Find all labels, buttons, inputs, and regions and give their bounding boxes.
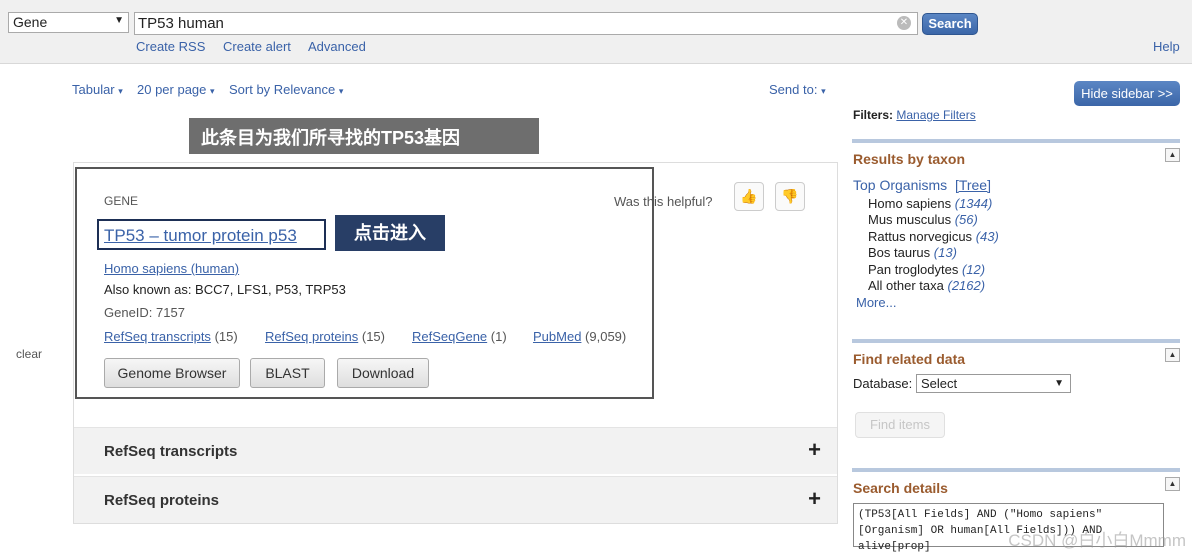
taxon-name: Pan troglodytes <box>868 262 959 277</box>
taxon-name: Mus musculus <box>868 212 952 227</box>
clear-filters-link[interactable]: clear <box>16 347 42 361</box>
taxon-item[interactable]: Mus musculus (56) <box>868 212 978 227</box>
link-text: RefSeqGene <box>412 329 488 344</box>
watermark: CSDN @白小白Mmmm <box>1008 531 1186 550</box>
top-organisms-label: Top Organisms <box>853 177 948 193</box>
refseq-transcripts-section[interactable]: RefSeq transcripts + <box>74 427 837 474</box>
tree-link[interactable]: [Tree] <box>955 177 991 193</box>
chevron-down-icon: ▼ <box>1054 378 1064 389</box>
link-text: RefSeq transcripts <box>104 329 211 344</box>
link-count: (9,059) <box>585 329 627 344</box>
annotation-click-note: 点击进入 <box>335 215 445 251</box>
annotation-highlight-note: 此条目为我们所寻找的TP53基因 <box>189 118 539 154</box>
result-title-link[interactable]: TP53 – tumor protein p53 <box>104 226 297 246</box>
taxon-heading: Results by taxon <box>853 151 966 167</box>
plus-icon[interactable]: + <box>808 437 821 463</box>
hide-sidebar-button[interactable]: Hide sidebar >> <box>1074 81 1180 106</box>
taxon-item[interactable]: Rattus norvegicus (43) <box>868 229 999 244</box>
refseqgene-link[interactable]: RefSeqGene (1) <box>412 329 507 344</box>
related-database-value: Select <box>921 376 958 391</box>
also-known-as: Also known as: BCC7, LFS1, P53, TRP53 <box>104 282 346 297</box>
advanced-search-link[interactable]: Advanced <box>308 39 366 54</box>
search-button[interactable]: Search <box>922 13 978 35</box>
taxon-count: (2162) <box>947 278 986 293</box>
chevron-down-icon: ▼ <box>114 15 124 26</box>
link-count: (15) <box>361 329 385 344</box>
sort-dropdown[interactable]: Sort by Relevance ▾ <box>229 82 343 97</box>
create-rss-link[interactable]: Create RSS <box>136 39 205 54</box>
divider <box>852 468 1180 472</box>
per-page-dropdown[interactable]: 20 per page ▾ <box>137 82 215 97</box>
taxon-item[interactable]: All other taxa (2162) <box>868 278 985 293</box>
search-query: TP53 human <box>138 15 224 32</box>
database-label: Database: <box>853 376 913 391</box>
helpful-prompt: Was this helpful? <box>614 194 713 209</box>
divider <box>852 139 1180 143</box>
plus-icon[interactable]: + <box>808 486 821 512</box>
database-dropdown[interactable]: Gene ▼ <box>8 12 129 33</box>
related-database-select[interactable]: Select ▼ <box>916 374 1071 393</box>
create-alert-link[interactable]: Create alert <box>223 39 291 54</box>
send-to-label: Send to: <box>769 82 818 97</box>
search-details-heading: Search details <box>853 480 948 496</box>
link-count: (15) <box>214 329 238 344</box>
download-button[interactable]: Download <box>337 358 429 388</box>
manage-filters-link[interactable]: Manage Filters <box>896 108 975 122</box>
filters-label: Filters: <box>853 108 894 122</box>
taxon-count: (12) <box>961 262 986 277</box>
gene-id: GeneID: 7157 <box>104 305 185 320</box>
divider <box>852 339 1180 343</box>
per-page-label: 20 per page <box>137 82 207 97</box>
clear-search-icon[interactable]: ✕ <box>897 16 911 30</box>
result-type-label: GENE <box>104 194 139 208</box>
section-label: RefSeq proteins <box>104 492 220 509</box>
organism-link[interactable]: Homo sapiens (human) <box>104 261 239 276</box>
blast-button[interactable]: BLAST <box>250 358 325 388</box>
sort-label: Sort by Relevance <box>229 82 336 97</box>
taxon-name: Bos taurus <box>868 245 931 260</box>
search-input[interactable]: TP53 human ✕ <box>134 12 918 35</box>
format-label: Tabular <box>72 82 115 97</box>
refseq-proteins-section[interactable]: RefSeq proteins + <box>74 476 837 523</box>
related-data-heading: Find related data <box>853 351 966 367</box>
taxon-name: Homo sapiens <box>868 196 952 211</box>
find-items-button[interactable]: Find items <box>855 412 945 438</box>
genome-browser-button[interactable]: Genome Browser <box>104 358 240 388</box>
caret-down-icon: ▾ <box>118 86 123 96</box>
taxon-count: (1344) <box>954 196 993 211</box>
taxon-item[interactable]: Homo sapiens (1344) <box>868 196 992 211</box>
section-label: RefSeq transcripts <box>104 443 238 460</box>
taxon-item[interactable]: Pan troglodytes (12) <box>868 262 985 277</box>
refseq-transcripts-link[interactable]: RefSeq transcripts (15) <box>104 329 238 344</box>
collapse-icon[interactable]: ▲ <box>1165 477 1180 491</box>
pubmed-link[interactable]: PubMed (9,059) <box>533 329 626 344</box>
link-count: (1) <box>490 329 507 344</box>
link-text: PubMed <box>533 329 582 344</box>
thumbs-up-icon[interactable]: 👍 <box>734 182 764 211</box>
caret-down-icon: ▾ <box>338 86 344 96</box>
taxon-item[interactable]: Bos taurus (13) <box>868 245 957 260</box>
taxon-count: (43) <box>975 229 999 244</box>
format-dropdown[interactable]: Tabular ▾ <box>72 82 123 97</box>
database-dropdown-value: Gene <box>13 14 48 30</box>
taxon-name: All other taxa <box>868 278 944 293</box>
more-taxa-link[interactable]: More... <box>856 295 896 310</box>
send-to-dropdown[interactable]: Send to: ▾ <box>769 82 826 97</box>
link-text: RefSeq proteins <box>265 329 359 344</box>
thumbs-down-icon[interactable]: 👎 <box>775 182 805 211</box>
refseq-proteins-link[interactable]: RefSeq proteins (15) <box>265 329 385 344</box>
caret-down-icon: ▾ <box>210 86 215 96</box>
taxon-count: (13) <box>933 245 957 260</box>
taxon-count: (56) <box>954 212 978 227</box>
caret-down-icon: ▾ <box>821 86 826 96</box>
help-link[interactable]: Help <box>1153 39 1180 54</box>
filters-row: Filters: Manage Filters <box>853 108 976 122</box>
top-organisms-row: Top Organisms [Tree] <box>853 177 991 193</box>
collapse-icon[interactable]: ▲ <box>1165 348 1180 362</box>
collapse-icon[interactable]: ▲ <box>1165 148 1180 162</box>
taxon-name: Rattus norvegicus <box>868 229 973 244</box>
